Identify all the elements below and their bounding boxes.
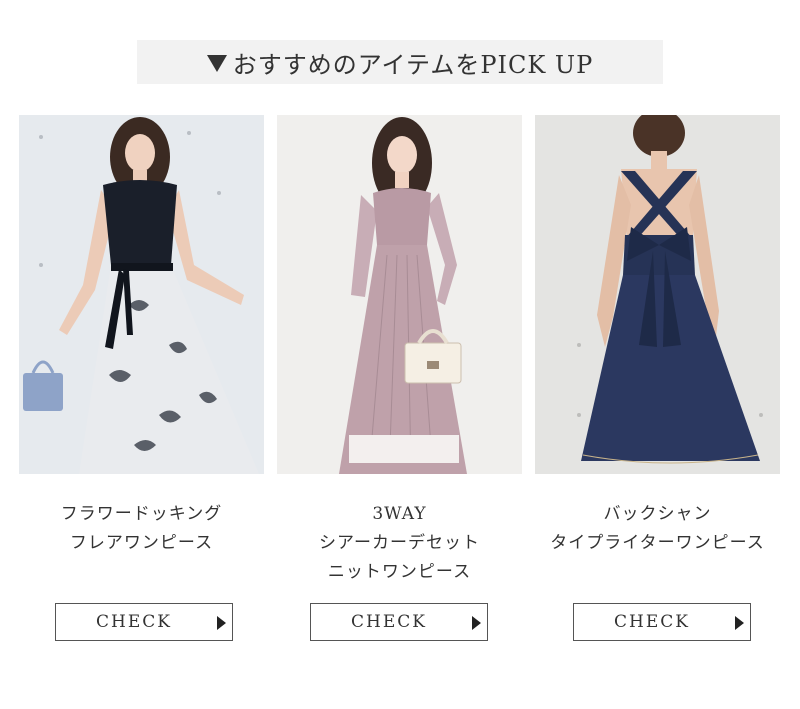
product-photo[interactable] [277,115,522,474]
product-name-line: 3WAY [372,504,427,524]
product-photo[interactable] [535,115,780,474]
product-name: 3WAY シアーカーデセット ニットワンピース [277,500,522,587]
check-button-3[interactable]: CHECK [573,603,751,641]
product-name-line: バックシャン [603,504,712,524]
model-photo-icon [277,115,522,474]
check-button-label: CHECK [96,612,172,632]
product-name: バックシャン タイプライターワンピース [535,500,780,558]
model-photo-icon [535,115,780,474]
product-name-line: フラワードッキング [60,504,223,524]
triangle-down-icon [206,54,227,72]
product-name-line: フレアワンピース [69,533,214,553]
play-arrow-icon [472,616,481,630]
model-photo-icon [19,115,264,474]
product-name-line: シアーカーデセット [319,533,480,553]
product-name-line: タイプライターワンピース [550,533,765,553]
section-title: おすすめのアイテムをPICK UP [232,50,594,79]
product-card-3: バックシャン タイプライターワンピース [535,115,780,558]
check-button-1[interactable]: CHECK [55,603,233,641]
play-arrow-icon [217,616,226,630]
check-button-label: CHECK [351,612,427,632]
product-card-1: フラワードッキング フレアワンピース [19,115,264,558]
play-arrow-icon [735,616,744,630]
product-name-line: ニットワンピース [327,562,472,582]
product-card-2: 3WAY シアーカーデセット ニットワンピース [277,115,522,587]
product-name: フラワードッキング フレアワンピース [19,500,264,558]
check-button-label: CHECK [614,612,690,632]
check-button-2[interactable]: CHECK [310,603,488,641]
section-heading: おすすめのアイテムをPICK UP [137,40,663,84]
product-photo[interactable] [19,115,264,474]
